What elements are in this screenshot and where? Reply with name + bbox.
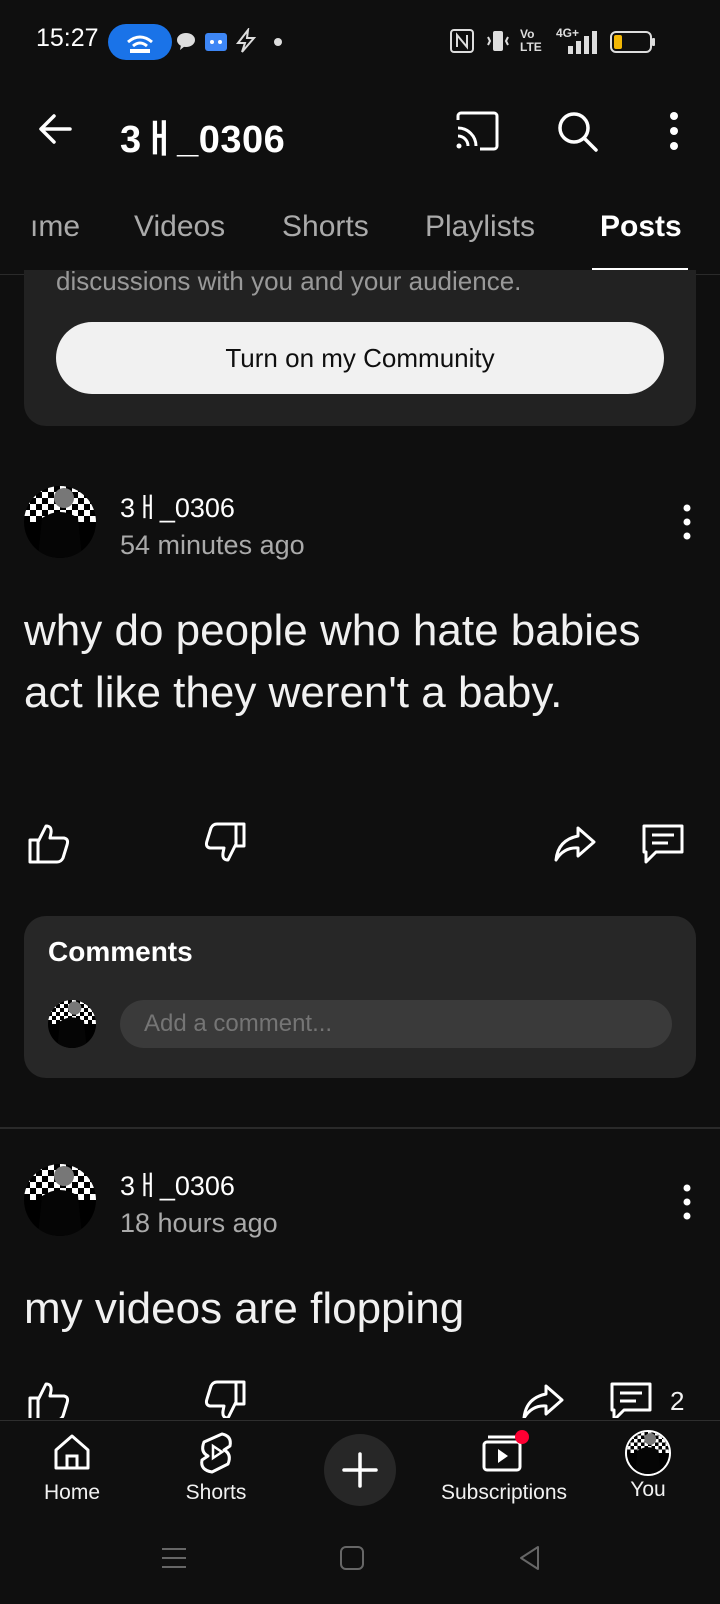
dot-icon [274, 38, 282, 46]
cast-button[interactable] [454, 108, 500, 154]
more-vert-icon [683, 504, 691, 540]
post-body: my videos are flopping [24, 1284, 465, 1333]
chat-bubble-icon [176, 28, 196, 54]
nav-label: Shorts [185, 1481, 247, 1504]
share-button[interactable] [552, 820, 598, 866]
avatar [48, 1000, 96, 1048]
post-timestamp: 54 minutes ago [120, 530, 305, 560]
nfc-icon [450, 28, 474, 54]
share-icon [522, 1384, 564, 1418]
recents-button[interactable] [160, 1544, 188, 1577]
nav-home[interactable]: Home [2, 1430, 142, 1505]
comments-title: Comments [48, 936, 193, 967]
post-divider [0, 1127, 720, 1129]
vibrate-icon [484, 28, 512, 54]
dislike-button[interactable] [202, 820, 248, 866]
channel-tabs: ıme Videos Shorts Playlists Posts [0, 196, 720, 275]
thumbs-down-icon [204, 1380, 246, 1418]
create-plus-icon [342, 1452, 378, 1488]
tab-home[interactable]: ıme [30, 210, 80, 244]
back-arrow-icon [39, 114, 72, 144]
volte-icon: Vo LTE [520, 27, 542, 54]
nav-label: Home [43, 1481, 101, 1504]
comment-count: 2 [670, 1386, 685, 1416]
create-button[interactable] [324, 1434, 396, 1506]
thumbs-up-icon [28, 1382, 70, 1418]
community-description: discussions with you and your audience. [56, 266, 522, 296]
signal-icon [566, 30, 602, 56]
dislike-button[interactable] [202, 1378, 248, 1418]
hotspot-icon [108, 24, 172, 60]
search-button[interactable] [554, 108, 600, 154]
post-menu-button[interactable] [680, 1182, 694, 1222]
like-button[interactable] [26, 820, 72, 866]
home-icon [54, 1434, 90, 1470]
subscriptions-icon [482, 1430, 529, 1472]
tab-videos[interactable]: Videos [134, 210, 225, 244]
post-timestamp: 18 hours ago [120, 1208, 278, 1238]
nav-label: You [630, 1478, 666, 1501]
back-system-button[interactable] [516, 1544, 544, 1577]
tab-posts[interactable]: Posts [600, 210, 682, 244]
bolt-icon [234, 26, 258, 54]
thumbs-up-icon [28, 824, 70, 864]
nav-shorts[interactable]: Shorts [146, 1430, 286, 1505]
battery-icon [610, 30, 656, 59]
triangle-back-icon [520, 1546, 539, 1570]
system-navigation-bar [0, 1530, 720, 1604]
home-system-button[interactable] [338, 1544, 366, 1577]
status-bar: 15:27 Vo LTE 4G+ [0, 0, 720, 82]
post-author[interactable]: 3ㅐ_0306 [120, 1164, 235, 1203]
comment-icon [610, 1382, 652, 1418]
more-options-button[interactable] [664, 108, 684, 154]
tab-playlists[interactable]: Playlists [425, 210, 535, 244]
back-button[interactable] [34, 108, 76, 150]
nav-subscriptions[interactable]: Subscriptions [434, 1430, 574, 1505]
tab-shorts[interactable]: Shorts [282, 210, 369, 244]
cast-icon [456, 111, 499, 151]
more-vert-icon [670, 112, 678, 150]
comment-icon [642, 824, 684, 864]
shorts-icon [200, 1432, 232, 1474]
like-button[interactable] [26, 1378, 72, 1418]
thumbs-down-icon [204, 822, 246, 862]
comments-button[interactable] [608, 1378, 654, 1418]
post-body: why do people who hate babies act like t… [24, 606, 641, 717]
comment-input[interactable] [120, 1000, 672, 1048]
avatar [625, 1430, 671, 1476]
search-icon [558, 112, 598, 152]
post-author[interactable]: 3ㅐ_0306 [120, 486, 235, 525]
square-icon [340, 1546, 364, 1570]
post-avatar[interactable] [24, 486, 96, 558]
post-avatar[interactable] [24, 1164, 96, 1236]
comments-button[interactable] [640, 820, 686, 866]
nav-you[interactable]: You [578, 1430, 718, 1502]
share-icon [554, 826, 596, 862]
nav-label: Subscriptions [440, 1481, 568, 1504]
menu-lines-icon [162, 1548, 186, 1568]
post-menu-button[interactable] [680, 502, 694, 542]
page-title: 3ㅐ_0306 [120, 119, 286, 161]
more-vert-icon [683, 1184, 691, 1220]
status-time: 15:27 [36, 24, 99, 52]
android-icon [204, 28, 228, 54]
share-button[interactable] [520, 1378, 566, 1418]
turn-on-community-button[interactable]: Turn on my Community [56, 322, 664, 394]
